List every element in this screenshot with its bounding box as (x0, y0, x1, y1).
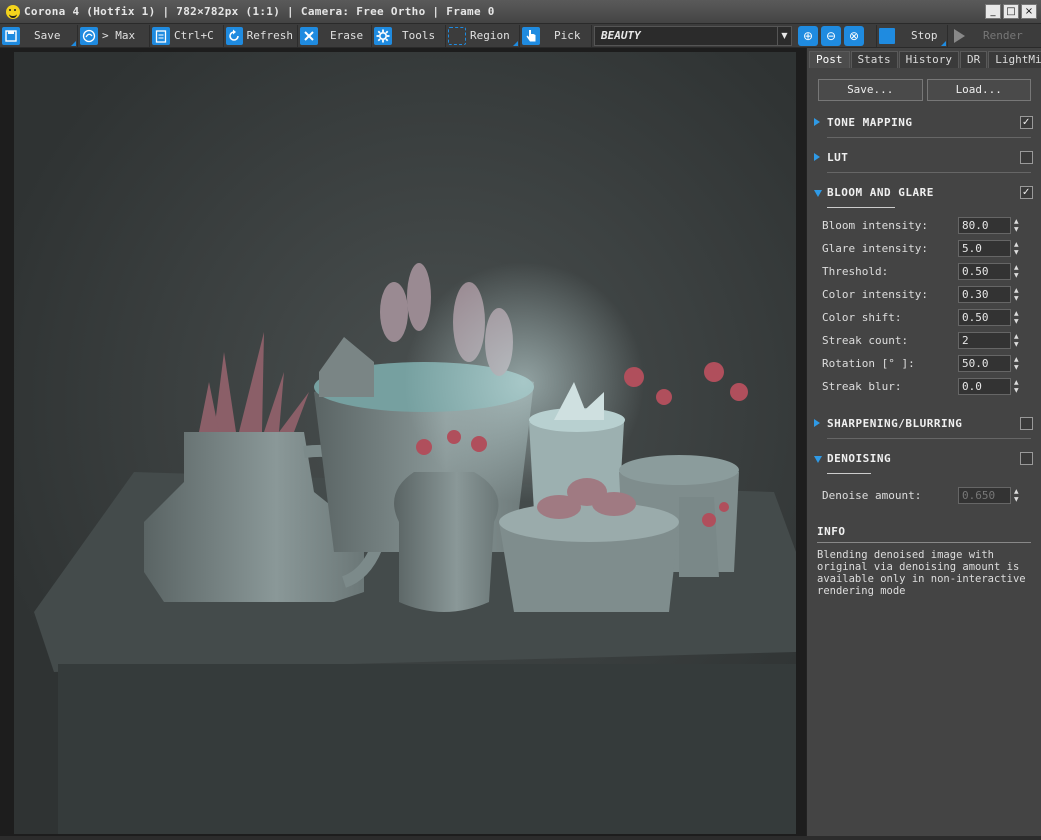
param-row: Color shift: 0.50 ▲ ▼ (807, 306, 1041, 329)
save-button[interactable]: Save (0, 24, 78, 47)
param-row: Threshold: 0.50 ▲ ▼ (807, 260, 1041, 283)
gear-icon (374, 26, 392, 45)
window-controls: _ □ × (985, 4, 1037, 19)
section-bloom-glare[interactable]: BLOOM AND GLARE ✓ (807, 175, 1041, 210)
spinner-icon[interactable]: ▲ ▼ (1014, 310, 1022, 326)
expand-arrow-icon (814, 118, 820, 126)
info-message: Blending denoised image with original vi… (817, 549, 1026, 597)
corona-logo-icon (6, 4, 20, 19)
play-icon (954, 28, 965, 43)
stop-icon (879, 27, 895, 44)
tab-history[interactable]: History (898, 51, 959, 68)
glare-intensity-input[interactable]: 5.0 (958, 240, 1011, 257)
spinner-icon[interactable]: ▲ ▼ (1014, 264, 1022, 280)
bloom-glare-checkbox[interactable]: ✓ (1020, 186, 1033, 199)
post-panel: Post Stats History DR LightMix Save... L… (806, 48, 1041, 836)
tab-lightmix[interactable]: LightMix (988, 51, 1041, 68)
clipboard-icon (152, 26, 170, 45)
zoom-out-button[interactable]: ⊖ (821, 25, 841, 46)
stop-button[interactable]: Stop (876, 24, 948, 47)
render-pass-select[interactable]: BEAUTY ▼ (594, 25, 792, 46)
region-button[interactable]: Region (446, 24, 520, 47)
section-lut[interactable]: LUT (807, 140, 1041, 175)
param-row: Streak blur: 0.0 ▲ ▼ (807, 375, 1041, 398)
rotation-input[interactable]: 50.0 (958, 355, 1011, 372)
bloom-intensity-input[interactable]: 80.0 (958, 217, 1011, 234)
info-heading: INFO (807, 515, 1041, 543)
tab-stats[interactable]: Stats (850, 51, 898, 68)
bloom-params: Bloom intensity: 80.0 ▲ ▼ Glare intensity… (807, 210, 1041, 406)
tools-button[interactable]: Tools (372, 24, 446, 47)
param-row: Color intensity: 0.30 ▲ ▼ (807, 283, 1041, 306)
close-button[interactable]: × (1021, 4, 1037, 19)
section-tone-mapping[interactable]: TONE MAPPING ✓ (807, 105, 1041, 140)
denoising-checkbox[interactable] (1020, 452, 1033, 465)
rendered-scene-image (14, 52, 796, 834)
spinner-icon[interactable]: ▲ ▼ (1014, 241, 1022, 257)
panel-tabs: Post Stats History DR LightMix (807, 48, 1041, 68)
load-preset-button[interactable]: Load... (926, 79, 1031, 101)
denoise-params: Denoise amount: 0.650 ▲ ▼ (807, 476, 1041, 515)
zoom-out-icon: ⊖ (825, 28, 837, 43)
window-title: Corona 4 (Hotfix 1) | 782×782px (1:1) | … (24, 5, 495, 18)
zoom-in-icon: ⊕ (802, 28, 814, 43)
render-viewport[interactable] (0, 48, 806, 836)
window-bottom-edge (0, 836, 1041, 840)
zoom-in-button[interactable]: ⊕ (798, 25, 818, 46)
expand-arrow-icon (814, 419, 820, 427)
param-row: Glare intensity: 5.0 ▲ ▼ (807, 237, 1041, 260)
maximize-button[interactable]: □ (1003, 4, 1019, 19)
streak-blur-input[interactable]: 0.0 (958, 378, 1011, 395)
pick-button[interactable]: Pick (520, 24, 592, 47)
tone-mapping-checkbox[interactable]: ✓ (1020, 116, 1033, 129)
param-row: Rotation [° ]: 50.0 ▲ ▼ (807, 352, 1041, 375)
spinner-icon[interactable]: ▲ ▼ (1014, 488, 1022, 504)
floppy-disk-icon (2, 26, 20, 45)
refresh-icon (226, 26, 243, 45)
spinner-icon[interactable]: ▲ ▼ (1014, 379, 1022, 395)
lut-checkbox[interactable] (1020, 151, 1033, 164)
toolbar: Save > Max Ctrl+C Refresh Erase Tools Re… (0, 24, 1041, 48)
spinner-icon[interactable]: ▲ ▼ (1014, 218, 1022, 234)
chevron-down-icon: ▼ (777, 26, 791, 45)
collapse-arrow-icon (814, 190, 822, 197)
expand-arrow-icon (814, 153, 820, 161)
color-intensity-input[interactable]: 0.30 (958, 286, 1011, 303)
tab-post[interactable]: Post (809, 51, 850, 68)
streak-count-input[interactable]: 2 (958, 332, 1011, 349)
erase-icon (300, 26, 318, 45)
collapse-arrow-icon (814, 456, 822, 463)
threshold-input[interactable]: 0.50 (958, 263, 1011, 280)
region-select-icon (448, 26, 466, 45)
sharpening-checkbox[interactable] (1020, 417, 1033, 430)
zoom-fit-icon: ⊗ (848, 28, 860, 43)
copy-button[interactable]: Ctrl+C (150, 24, 224, 47)
param-row: Denoise amount: 0.650 ▲ ▼ (807, 484, 1041, 507)
max-button[interactable]: > Max (78, 24, 150, 47)
minimize-button[interactable]: _ (985, 4, 1001, 19)
title-bar: Corona 4 (Hotfix 1) | 782×782px (1:1) | … (0, 0, 1041, 24)
save-preset-button[interactable]: Save... (818, 79, 923, 101)
color-shift-input[interactable]: 0.50 (958, 309, 1011, 326)
3dsmax-icon (80, 26, 98, 45)
hand-pointer-icon (522, 26, 540, 45)
section-sharpening[interactable]: SHARPENING/BLURRING (807, 406, 1041, 441)
spinner-icon[interactable]: ▲ ▼ (1014, 333, 1022, 349)
render-image[interactable] (14, 52, 796, 834)
render-button[interactable]: Render (948, 25, 1023, 47)
denoise-amount-input[interactable]: 0.650 (958, 487, 1011, 504)
section-denoising[interactable]: DENOISING (807, 441, 1041, 476)
preset-buttons: Save... Load... (807, 68, 1041, 101)
zoom-fit-button[interactable]: ⊗ (844, 25, 864, 46)
refresh-button[interactable]: Refresh (224, 24, 298, 47)
spinner-icon[interactable]: ▲ ▼ (1014, 287, 1022, 303)
param-row: Streak count: 2 ▲ ▼ (807, 329, 1041, 352)
param-row: Bloom intensity: 80.0 ▲ ▼ (807, 214, 1041, 237)
tab-dr[interactable]: DR (959, 51, 988, 68)
spinner-icon[interactable]: ▲ ▼ (1014, 356, 1022, 372)
erase-button[interactable]: Erase (298, 24, 372, 47)
